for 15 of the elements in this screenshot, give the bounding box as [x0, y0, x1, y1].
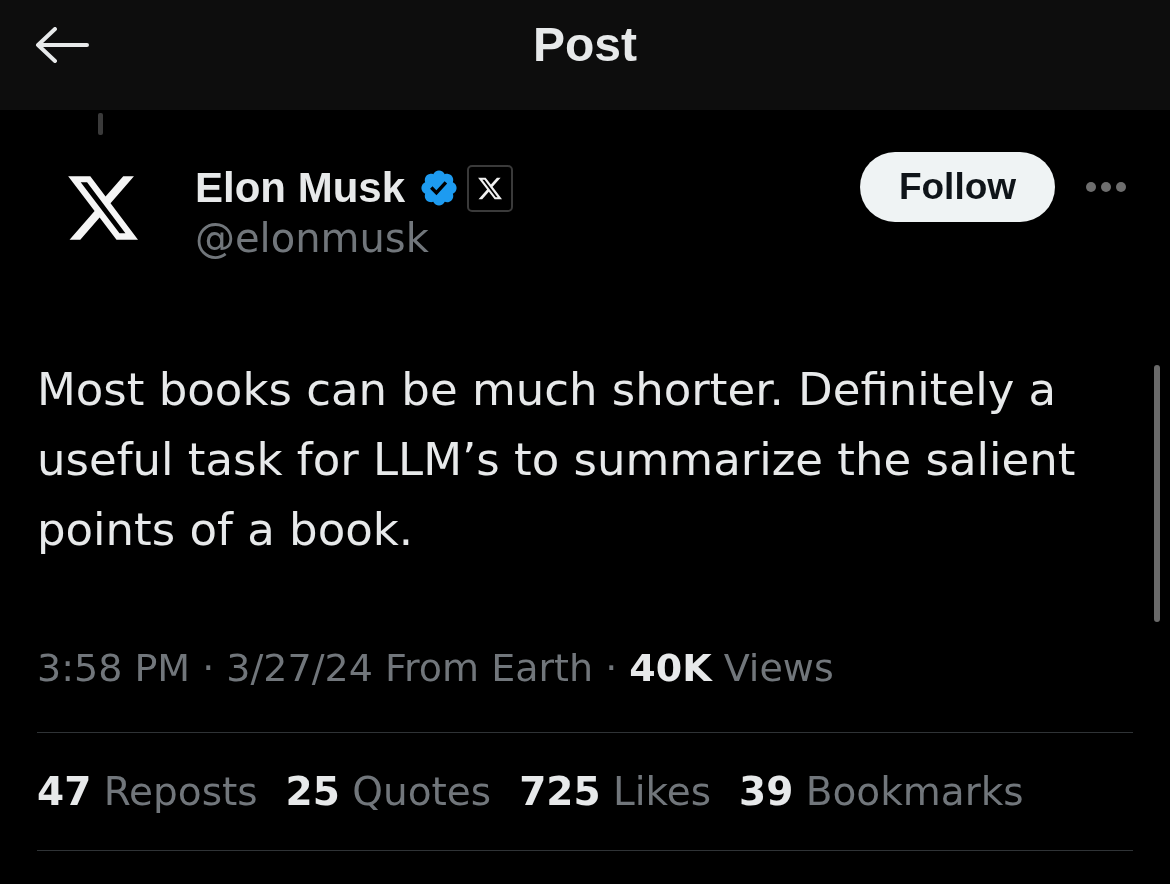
- back-arrow-icon[interactable]: [35, 27, 89, 63]
- page-title: Post: [533, 17, 637, 73]
- follow-button[interactable]: Follow: [860, 152, 1055, 222]
- x-badge-icon[interactable]: [467, 164, 514, 212]
- author-handle[interactable]: @elonmusk: [195, 213, 429, 263]
- more-options-icon[interactable]: [1085, 181, 1127, 193]
- post-timestamp: 3:58 PM · 3/27/24 From Earth · 40K Views: [37, 645, 835, 692]
- avatar-x-icon[interactable]: [68, 176, 138, 240]
- engagement-stat-link[interactable]: 25 Quotes: [285, 767, 492, 817]
- post-text: Most books can be much shorter. Definitely a useful task for LLM’s to summarize the salient points of a book.: [37, 362, 1077, 558]
- engagement-stat-link[interactable]: 39 Bookmarks: [739, 767, 1024, 817]
- thread-line: [98, 113, 103, 135]
- author-name[interactable]: Elon Musk: [195, 163, 406, 213]
- engagement-stat-link[interactable]: 47 Reposts: [37, 767, 258, 817]
- engagement-stat-link[interactable]: 725 Likes: [519, 767, 712, 817]
